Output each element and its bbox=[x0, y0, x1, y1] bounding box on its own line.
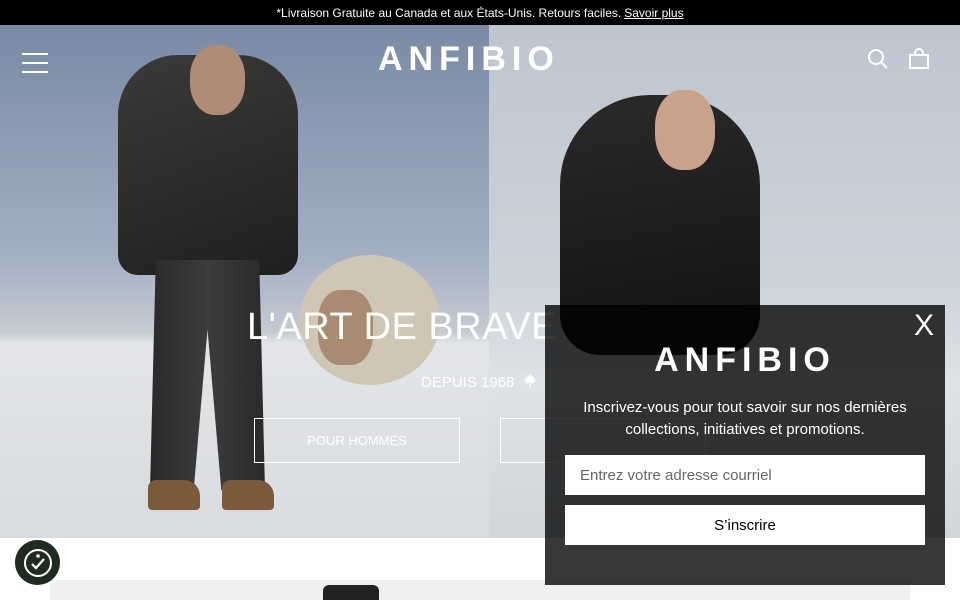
woman-head bbox=[655, 90, 715, 170]
popup-logo: ANFIBIO bbox=[654, 341, 836, 379]
shop-men-button[interactable]: POUR HOMMES bbox=[254, 418, 460, 463]
hero-title: L'ART DE BRAVE bbox=[247, 306, 557, 348]
cart-icon[interactable] bbox=[908, 48, 930, 70]
hero-subtitle-text: DEPUIS 1968 bbox=[421, 374, 515, 391]
announcement-text: *Livraison Gratuite au Canada et aux Éta… bbox=[276, 5, 622, 20]
man-head bbox=[190, 45, 245, 115]
email-field[interactable] bbox=[565, 455, 925, 495]
boot-left bbox=[148, 480, 200, 510]
man-pants bbox=[150, 260, 265, 490]
boot-right bbox=[222, 480, 274, 510]
announcement-bar: *Livraison Gratuite au Canada et aux Éta… bbox=[0, 0, 960, 25]
site-logo[interactable]: ANFIBIO bbox=[378, 40, 560, 79]
close-icon[interactable]: X bbox=[911, 311, 937, 343]
maple-leaf-icon bbox=[522, 372, 538, 393]
hamburger-menu-icon[interactable] bbox=[22, 53, 48, 73]
search-icon[interactable] bbox=[867, 48, 889, 70]
product-boot-image[interactable] bbox=[323, 585, 379, 600]
announcement-link[interactable]: Savoir plus bbox=[624, 6, 683, 20]
hero-subtitle: DEPUIS 1968 bbox=[421, 372, 538, 393]
accessibility-icon[interactable] bbox=[15, 540, 60, 585]
subscribe-button[interactable]: S’inscrire bbox=[565, 505, 925, 545]
newsletter-popup: X ANFIBIO Inscrivez-vous pour tout savoi… bbox=[545, 305, 945, 585]
popup-description: Inscrivez-vous pour tout savoir sur nos … bbox=[583, 399, 907, 438]
